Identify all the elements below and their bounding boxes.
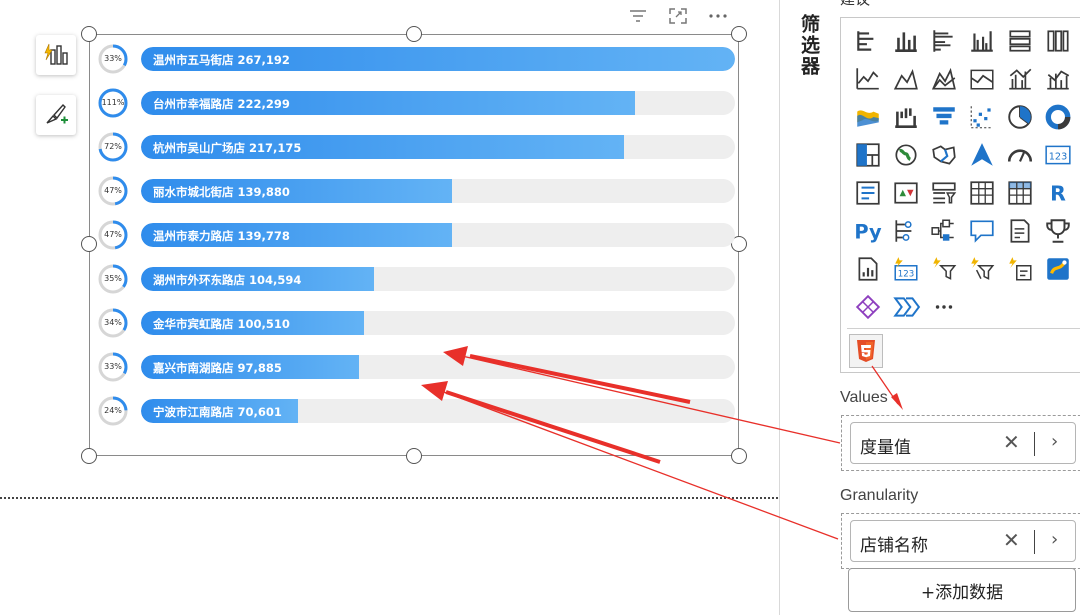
annotation-layer (421, 346, 903, 540)
annotation-arrow (421, 381, 839, 540)
annotation-arrow (871, 365, 903, 410)
annotation-arrow (443, 346, 841, 444)
